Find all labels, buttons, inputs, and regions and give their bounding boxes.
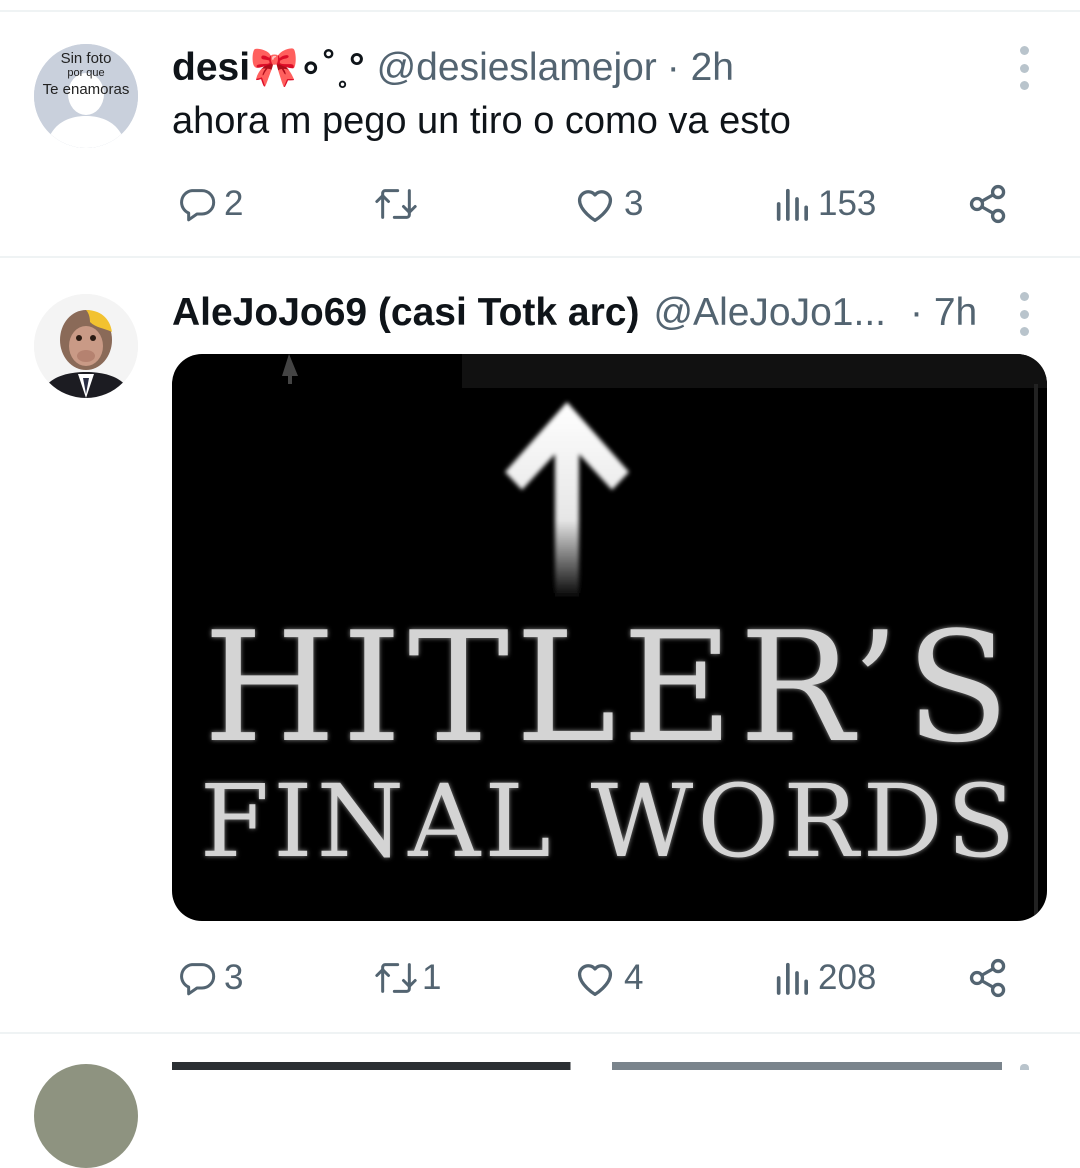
display-name[interactable]: AleJoJo69 (casi Totk arc)	[172, 291, 639, 335]
share-icon	[969, 958, 1006, 998]
user-handle[interactable]: @AleJoJo1...	[653, 291, 886, 335]
like-button[interactable]: 4	[572, 958, 643, 998]
monkey-avatar-icon	[34, 294, 138, 398]
reply-button[interactable]: 3	[176, 958, 243, 998]
retweet-button[interactable]	[372, 184, 426, 224]
reply-count: 2	[224, 184, 244, 223]
avatar-caption-2: por que	[67, 67, 105, 79]
retweet-count: 1	[422, 958, 442, 997]
top-divider	[0, 10, 1080, 12]
display-name[interactable]: desi🎀∘˚˳°	[172, 44, 365, 90]
like-count: 4	[624, 958, 644, 997]
next-more-dot	[1020, 1064, 1029, 1070]
reply-icon	[180, 963, 216, 996]
tweet-divider	[0, 1032, 1080, 1034]
like-count: 3	[624, 184, 644, 223]
tweet-divider	[0, 256, 1080, 258]
like-icon	[577, 190, 613, 222]
views-icon	[776, 962, 808, 995]
views-count: 208	[818, 958, 877, 997]
retweet-button[interactable]: 1	[372, 958, 441, 998]
reply-icon	[180, 189, 216, 222]
next-avatar[interactable]	[34, 1064, 138, 1168]
image-subheadline: FINAL WORDS	[199, 763, 1020, 880]
views-button[interactable]: 153	[772, 184, 876, 224]
views-count: 153	[818, 184, 877, 223]
avatar-caption-1: Sin foto	[60, 50, 112, 67]
share-button[interactable]	[966, 956, 1010, 1000]
timestamp[interactable]: · 7h	[910, 291, 977, 335]
avatar-desi[interactable]: Sin foto por que Te enamoras	[34, 44, 138, 148]
retweet-icon	[375, 189, 417, 219]
next-tweet-header-clipped	[172, 1062, 1002, 1070]
views-button[interactable]: 208	[772, 958, 876, 998]
tweet-header: desi🎀∘˚˳° @desieslamejor · 2h	[172, 44, 734, 90]
image-headline: HITLER’S	[203, 599, 1016, 776]
like-button[interactable]: 3	[572, 184, 643, 224]
more-icon[interactable]	[1014, 292, 1034, 336]
views-icon	[776, 188, 808, 221]
tweet-text: ahora m pego un tiro o como va esto	[172, 100, 791, 142]
tweet-header: AleJoJo69 (casi Totk arc) @AleJoJo1... ·…	[172, 291, 977, 335]
retweet-icon	[375, 963, 417, 993]
user-handle[interactable]: @desieslamejor	[377, 46, 657, 90]
share-icon	[969, 184, 1006, 224]
timestamp[interactable]: · 2h	[667, 46, 734, 90]
share-button[interactable]	[966, 182, 1010, 226]
avatar-caption-3: Te enamoras	[42, 81, 130, 98]
avatar-alejojo[interactable]	[34, 294, 138, 398]
reply-button[interactable]: 2	[176, 184, 243, 224]
more-icon[interactable]	[1014, 46, 1034, 90]
reply-count: 3	[224, 958, 244, 997]
like-icon	[577, 964, 613, 996]
